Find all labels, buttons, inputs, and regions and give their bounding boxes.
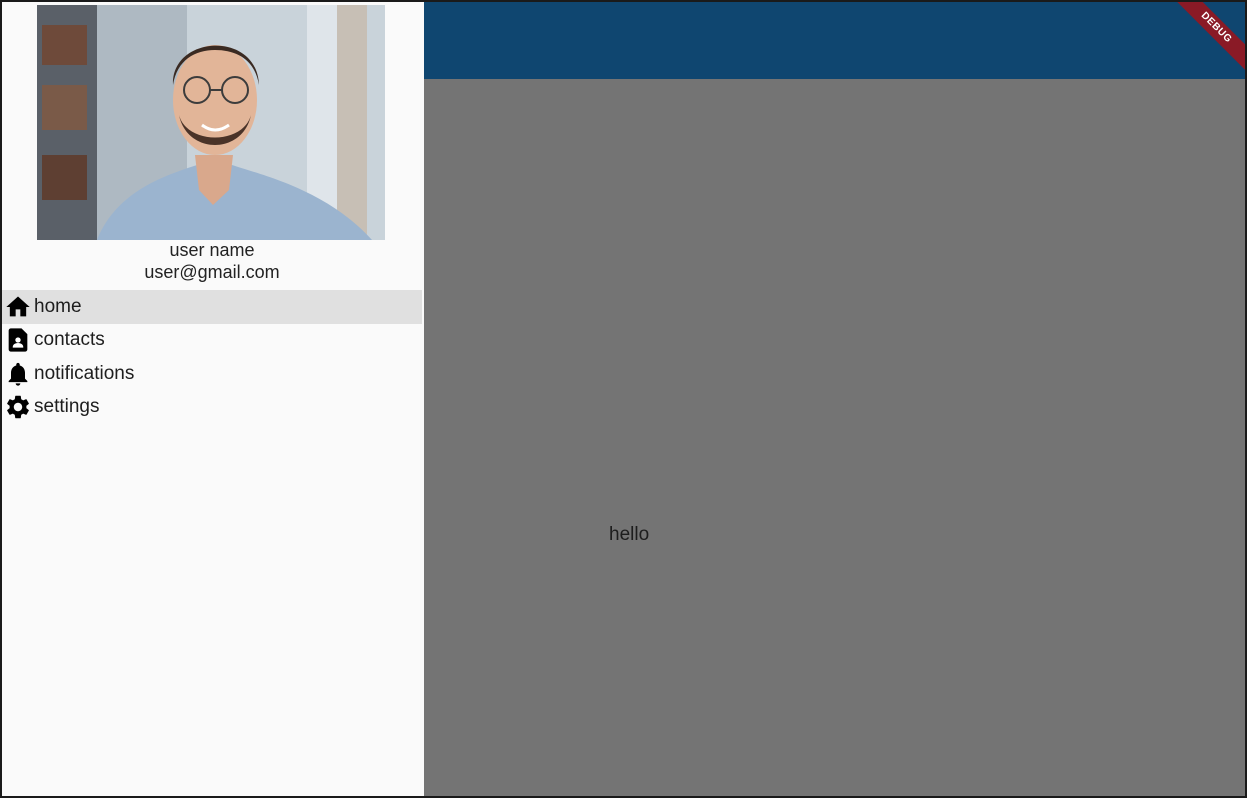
navigation-drawer: user name user@gmail.com home contacts n…	[2, 2, 424, 796]
drawer-item-label: settings	[34, 396, 100, 418]
drawer-item-notifications[interactable]: notifications	[2, 357, 422, 391]
drawer-item-label: home	[34, 295, 82, 317]
drawer-item-settings[interactable]: settings	[2, 391, 422, 425]
user-email: user@gmail.com	[144, 262, 280, 282]
body-text: hello	[609, 524, 650, 545]
app-window: hello DEBUG user name user@gmail.com hom…	[0, 0, 1247, 798]
home-icon	[4, 293, 32, 321]
drawer-item-home[interactable]: home	[2, 290, 422, 324]
avatar	[37, 5, 385, 240]
gear-icon	[4, 393, 32, 421]
drawer-item-label: contacts	[34, 329, 105, 351]
drawer-menu: home contacts notifications settings	[2, 290, 422, 424]
drawer-item-contacts[interactable]: contacts	[2, 324, 422, 358]
debug-banner-label: DEBUG	[1175, 2, 1245, 72]
user-name: user name	[169, 240, 255, 260]
debug-banner: DEBUG	[1175, 2, 1245, 72]
bell-icon	[4, 360, 32, 388]
contact-page-icon	[4, 326, 32, 354]
drawer-item-label: notifications	[34, 362, 135, 384]
